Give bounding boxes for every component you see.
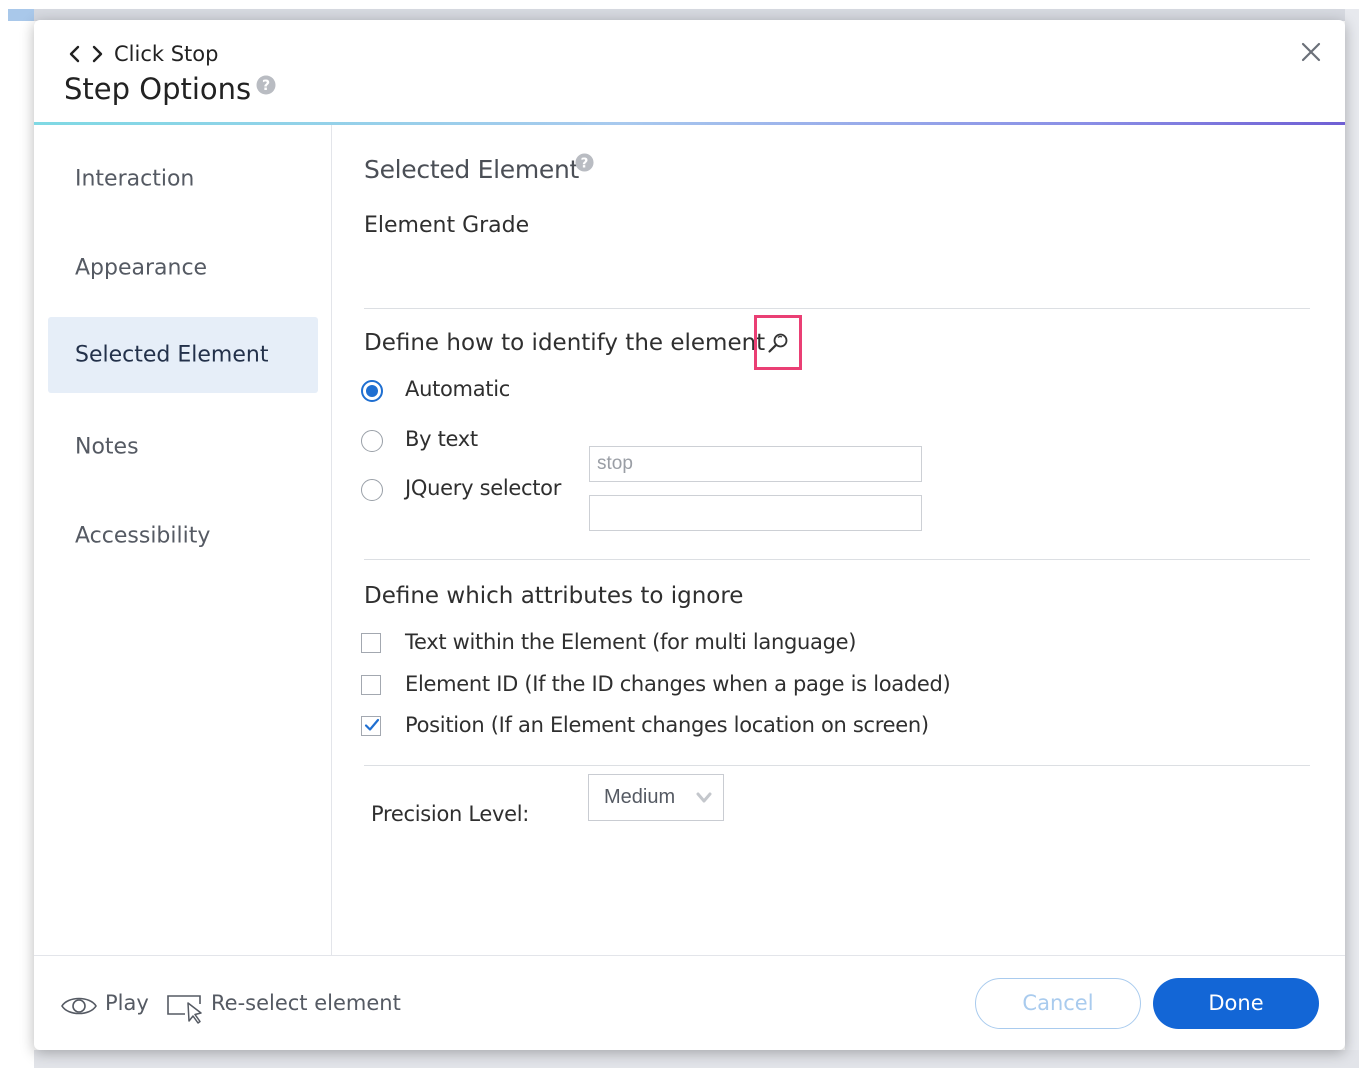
jquery-selector-input[interactable] [589,495,922,531]
radio-by-text[interactable] [361,430,383,452]
dialog-header: Click Stop Step Options ? [34,20,1345,122]
backdrop-bottom [34,1050,1359,1068]
done-button[interactable]: Done [1153,978,1319,1029]
step-name: Click Stop [114,42,219,66]
sidebar-item-notes[interactable]: Notes [48,409,318,485]
sidebar-item-label: Accessibility [75,523,211,549]
precision-level-select[interactable]: Medium [588,774,724,821]
backdrop-accent [8,9,34,21]
divider [364,559,1310,560]
radio-automatic[interactable] [361,380,383,402]
reselect-element-button[interactable]: Re-select element [165,990,405,1024]
step-navigation [68,44,106,64]
sidebar-item-label: Interaction [75,166,195,192]
sidebar-item-label: Notes [75,434,139,460]
sidebar-item-interaction[interactable]: Interaction [48,141,318,217]
ignore-attributes-label: Define which attributes to ignore [364,583,744,609]
svg-text:?: ? [262,78,270,94]
precision-value: Medium [604,786,676,808]
help-icon[interactable]: ? [575,153,594,172]
section-title: Selected Element [364,155,580,184]
divider [364,765,1310,766]
magnifier-icon [768,333,788,353]
dialog-footer: Play Re-select element Cancel Done [34,956,1345,1050]
backdrop [0,0,1359,9]
close-icon[interactable] [1299,40,1323,64]
element-grade-label: Element Grade [364,213,530,238]
selected-element-panel: Selected Element ? Element Grade Define … [361,125,1310,955]
chevron-left-icon[interactable] [68,44,82,64]
ignore-option-position: Position (If an Element changes location… [361,713,1061,741]
sidebar-item-accessibility[interactable]: Accessibility [48,498,318,574]
radio-label: Automatic [405,377,510,401]
cursor-select-icon [167,995,202,1024]
sidebar-item-selected-element[interactable]: Selected Element [48,317,318,393]
reselect-label: Re-select element [211,991,401,1015]
radio-label: JQuery selector [405,476,562,500]
radio-jquery-selector[interactable] [361,479,383,501]
cancel-button[interactable]: Cancel [975,978,1141,1029]
eye-icon [61,997,97,1015]
sidebar-item-label: Selected Element [75,342,269,368]
checkbox-position[interactable] [361,716,381,736]
identify-label: Define how to identify the element [364,330,766,356]
svg-text:?: ? [581,156,589,171]
ignore-option-text: Text within the Element (for multi langu… [361,630,1061,658]
radio-label: By text [405,427,478,451]
help-icon[interactable]: ? [256,75,276,95]
checkbox-label: Text within the Element (for multi langu… [405,630,857,654]
checkbox-label: Position (If an Element changes location… [405,713,929,737]
checkbox-label: Element ID (If the ID changes when a pag… [405,672,951,696]
checkbox-text-within-element[interactable] [361,633,381,653]
sidebar-nav: Interaction Appearance Selected Element … [34,125,332,955]
sidebar-item-appearance[interactable]: Appearance [48,230,318,306]
backdrop-right [1345,9,1359,1068]
chevron-right-icon[interactable] [90,44,104,64]
play-label: Play [105,991,149,1015]
identify-option-automatic: Automatic [361,377,921,407]
divider [364,308,1310,309]
dialog-title: Step Options [64,72,252,106]
sidebar-item-label: Appearance [75,255,208,281]
precision-level-label: Precision Level: [371,802,530,826]
chevron-down-icon [696,792,712,803]
inspect-element-button[interactable] [754,315,802,370]
step-options-dialog: Click Stop Step Options ? Interaction Ap… [34,20,1345,1050]
checkmark-icon [364,718,380,731]
checkbox-element-id[interactable] [361,675,381,695]
ignore-option-element-id: Element ID (If the ID changes when a pag… [361,672,1061,700]
